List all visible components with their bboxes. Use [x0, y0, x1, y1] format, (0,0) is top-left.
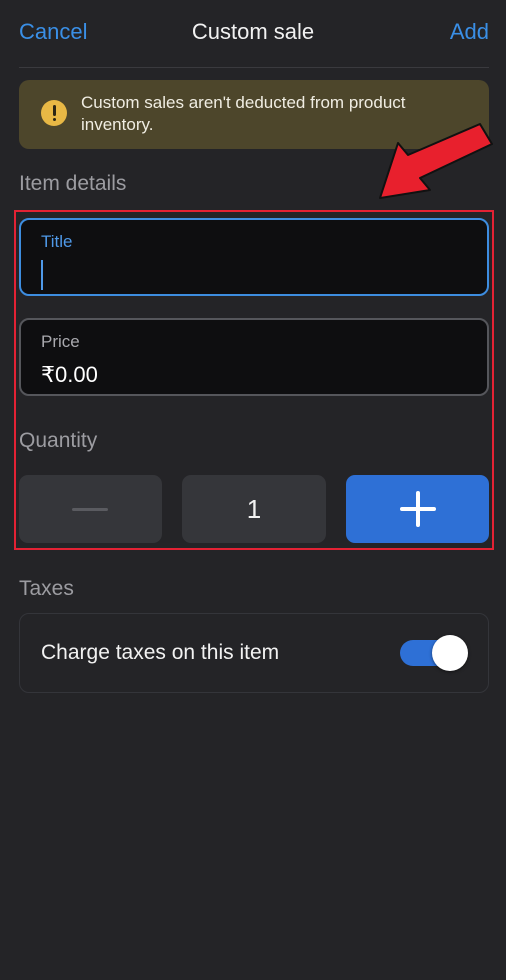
charge-taxes-row: Charge taxes on this item: [19, 613, 489, 693]
decrease-quantity-button[interactable]: [19, 475, 162, 543]
toggle-knob: [432, 635, 468, 671]
taxes-heading: Taxes: [19, 577, 74, 600]
increase-quantity-button[interactable]: [346, 475, 489, 543]
price-field-label: Price: [41, 332, 80, 351]
item-details-heading: Item details: [19, 172, 127, 195]
alert-icon: [41, 100, 67, 126]
title-field[interactable]: Title: [19, 218, 489, 296]
plus-icon-vertical: [416, 491, 420, 527]
add-button[interactable]: Add: [450, 19, 489, 45]
custom-sale-screen: Cancel Custom sale Add Custom sales aren…: [0, 0, 506, 980]
quantity-heading: Quantity: [19, 429, 98, 452]
page-title: Custom sale: [191, 19, 315, 44]
header-divider: [19, 67, 489, 68]
warning-text: Custom sales aren't deducted from produc…: [81, 93, 406, 134]
quantity-stepper[interactable]: 1: [182, 475, 326, 543]
price-field-value: ₹0.00: [41, 362, 98, 387]
minus-icon: [72, 508, 108, 511]
title-field-label: Title: [41, 232, 73, 251]
top-bar: Cancel Custom sale Add: [0, 0, 506, 68]
charge-taxes-label: Charge taxes on this item: [41, 641, 280, 664]
price-field[interactable]: Price ₹0.00: [19, 318, 489, 396]
quantity-value: 1: [246, 494, 262, 524]
text-cursor: [41, 260, 43, 290]
charge-taxes-toggle[interactable]: [400, 635, 468, 671]
inventory-warning-banner: Custom sales aren't deducted from produc…: [19, 80, 489, 149]
